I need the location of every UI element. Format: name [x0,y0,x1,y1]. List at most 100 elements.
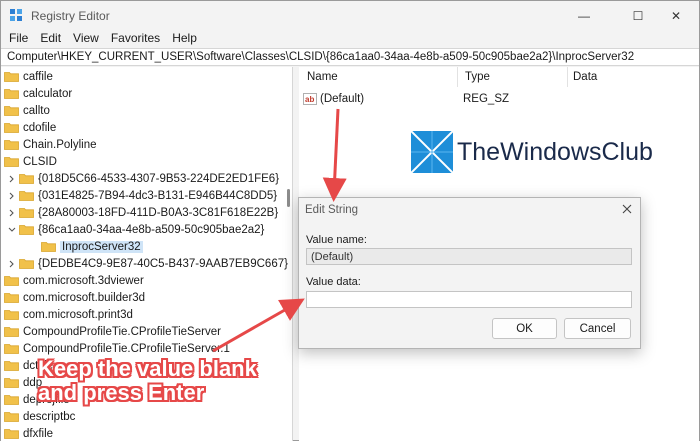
value-type: REG_SZ [463,93,510,105]
tree-scrollbar[interactable] [285,67,291,441]
tree-indent-spacer [29,242,39,252]
tree-item[interactable]: {031E4825-7B94-4dc3-B131-E946B44C8DD5} [7,187,277,204]
chevron-right-icon[interactable] [7,191,17,201]
tree-item-label: com.microsoft.print3d [23,308,133,321]
tree-item-label: com.microsoft.3dviewer [23,274,144,287]
tree-item-label: {28A80003-18FD-411D-B0A3-3C81F618E22B} [38,206,279,219]
tree-item[interactable]: descriptbc [4,408,75,425]
tree-item[interactable]: com.microsoft.3dviewer [4,272,144,289]
tree-item-label: {031E4825-7B94-4dc3-B131-E946B44C8DD5} [38,189,278,202]
registry-app-icon [10,9,22,21]
annotation-line-1: Keep the value blank [38,356,257,381]
tree-item[interactable]: CompoundProfileTie.CProfileTieServer.1 [4,340,230,357]
folder-icon [4,157,19,167]
folder-icon [4,412,19,422]
window-title: Registry Editor [31,9,110,23]
tree-item[interactable]: InprocServer32 [29,238,143,255]
close-button[interactable]: ✕ [653,1,699,31]
tree-item[interactable]: {DEDBE4C9-9E87-40C5-B437-9AAB7EB9C667} [7,255,288,272]
tree-item[interactable]: com.microsoft.builder3d [4,289,145,306]
tree-item[interactable]: caffile [4,68,53,85]
menu-edit[interactable]: Edit [34,30,67,46]
tree-item[interactable]: {86ca1aa0-34aa-4e8b-a509-50c905bae2a2} [7,221,264,238]
tree-item[interactable]: {018D5C66-4533-4307-9B53-224DE2ED1FE6} [7,170,279,187]
tree-item-label: dfxfile [23,427,54,440]
folder-icon [19,225,34,235]
tree-item-label: InprocServer32 [60,240,143,253]
tree-item[interactable]: cdofile [4,119,56,136]
value-name-label: Value name: [306,234,367,246]
registry-editor-window: Registry Editor — ☐ ✕ File Edit View Fav… [0,0,700,441]
address-path[interactable]: Computer\HKEY_CURRENT_USER\Software\Clas… [7,51,634,63]
watermark-logo-icon [411,131,453,173]
folder-icon [41,242,56,252]
watermark-text: TheWindowsClub [457,137,653,166]
value-data-label: Value data: [306,276,361,288]
folder-icon [4,293,19,303]
folder-icon [4,276,19,286]
column-header-data[interactable]: Data [573,71,597,83]
menu-view[interactable]: View [67,30,105,46]
folder-icon [4,361,19,371]
folder-icon [19,259,34,269]
menu-favorites[interactable]: Favorites [105,30,166,46]
annotation-line-2: and press Enter [38,380,205,405]
menu-bar: File Edit View Favorites Help [1,30,699,46]
tree-item[interactable]: com.microsoft.print3d [4,306,133,323]
tree-item[interactable]: CompoundProfileTie.CProfileTieServer [4,323,221,340]
chevron-right-icon[interactable] [7,174,17,184]
tree-item-label: {DEDBE4C9-9E87-40C5-B437-9AAB7EB9C667} [38,257,288,270]
minimize-button[interactable]: — [561,1,607,31]
ok-button[interactable]: OK [492,318,557,339]
folder-icon [4,344,19,354]
chevron-down-icon[interactable] [7,225,17,235]
tree-item-label: com.microsoft.builder3d [23,291,146,304]
tree-item-label: calculator [23,87,73,100]
column-divider[interactable] [567,67,568,87]
cancel-button[interactable]: Cancel [564,318,631,339]
folder-icon [19,191,34,201]
tree-item-label: callto [23,104,50,117]
folder-icon [4,429,19,439]
tree-item-label: {86ca1aa0-34aa-4e8b-a509-50c905bae2a2} [38,223,265,236]
value-row-default[interactable]: ab (Default) [303,91,364,107]
tree-item-label: Chain.Polyline [23,138,97,151]
tree-scrollbar-thumb[interactable] [287,189,290,207]
title-bar[interactable]: Registry Editor — ☐ ✕ [1,1,699,31]
value-data-field[interactable] [306,291,632,308]
value-name: (Default) [320,93,365,105]
folder-icon [4,123,19,133]
folder-icon [4,310,19,320]
column-divider[interactable] [457,67,458,87]
tree-item-label: CompoundProfileTie.CProfileTieServer.1 [23,342,230,355]
dialog-close-icon[interactable] [620,202,634,216]
tree-item-label: CompoundProfileTie.CProfileTieServer [23,325,221,338]
menu-help[interactable]: Help [166,30,203,46]
column-header-type[interactable]: Type [465,71,490,83]
tree-item[interactable]: CLSID [4,153,57,170]
folder-icon [19,174,34,184]
close-icon: ✕ [670,9,682,23]
maximize-icon: ☐ [632,9,644,23]
tree-item[interactable]: ddp [4,374,42,391]
column-header-name[interactable]: Name [307,71,338,83]
edit-string-dialog: Edit String Value name: (Default) Value … [298,197,641,349]
tree-item[interactable]: Chain.Polyline [4,136,97,153]
watermark: TheWindowsClub [411,131,653,173]
tree-item[interactable]: calculator [4,85,72,102]
tree-item[interactable]: dfxfile [4,425,53,441]
folder-icon [4,378,19,388]
tree-item-label: {018D5C66-4533-4307-9B53-224DE2ED1FE6} [38,172,280,185]
minimize-icon: — [578,9,590,23]
svg-text:ab: ab [305,95,314,104]
folder-icon [4,106,19,116]
tree-item[interactable]: {28A80003-18FD-411D-B0A3-3C81F618E22B} [7,204,278,221]
string-value-icon: ab [303,93,317,105]
address-bar[interactable]: Computer\HKEY_CURRENT_USER\Software\Clas… [1,48,699,66]
dialog-title: Edit String [305,204,359,216]
tree-item[interactable]: callto [4,102,50,119]
menu-file[interactable]: File [1,30,34,46]
chevron-right-icon[interactable] [7,259,17,269]
chevron-right-icon[interactable] [7,208,17,218]
tree-item-label: CLSID [23,155,57,168]
